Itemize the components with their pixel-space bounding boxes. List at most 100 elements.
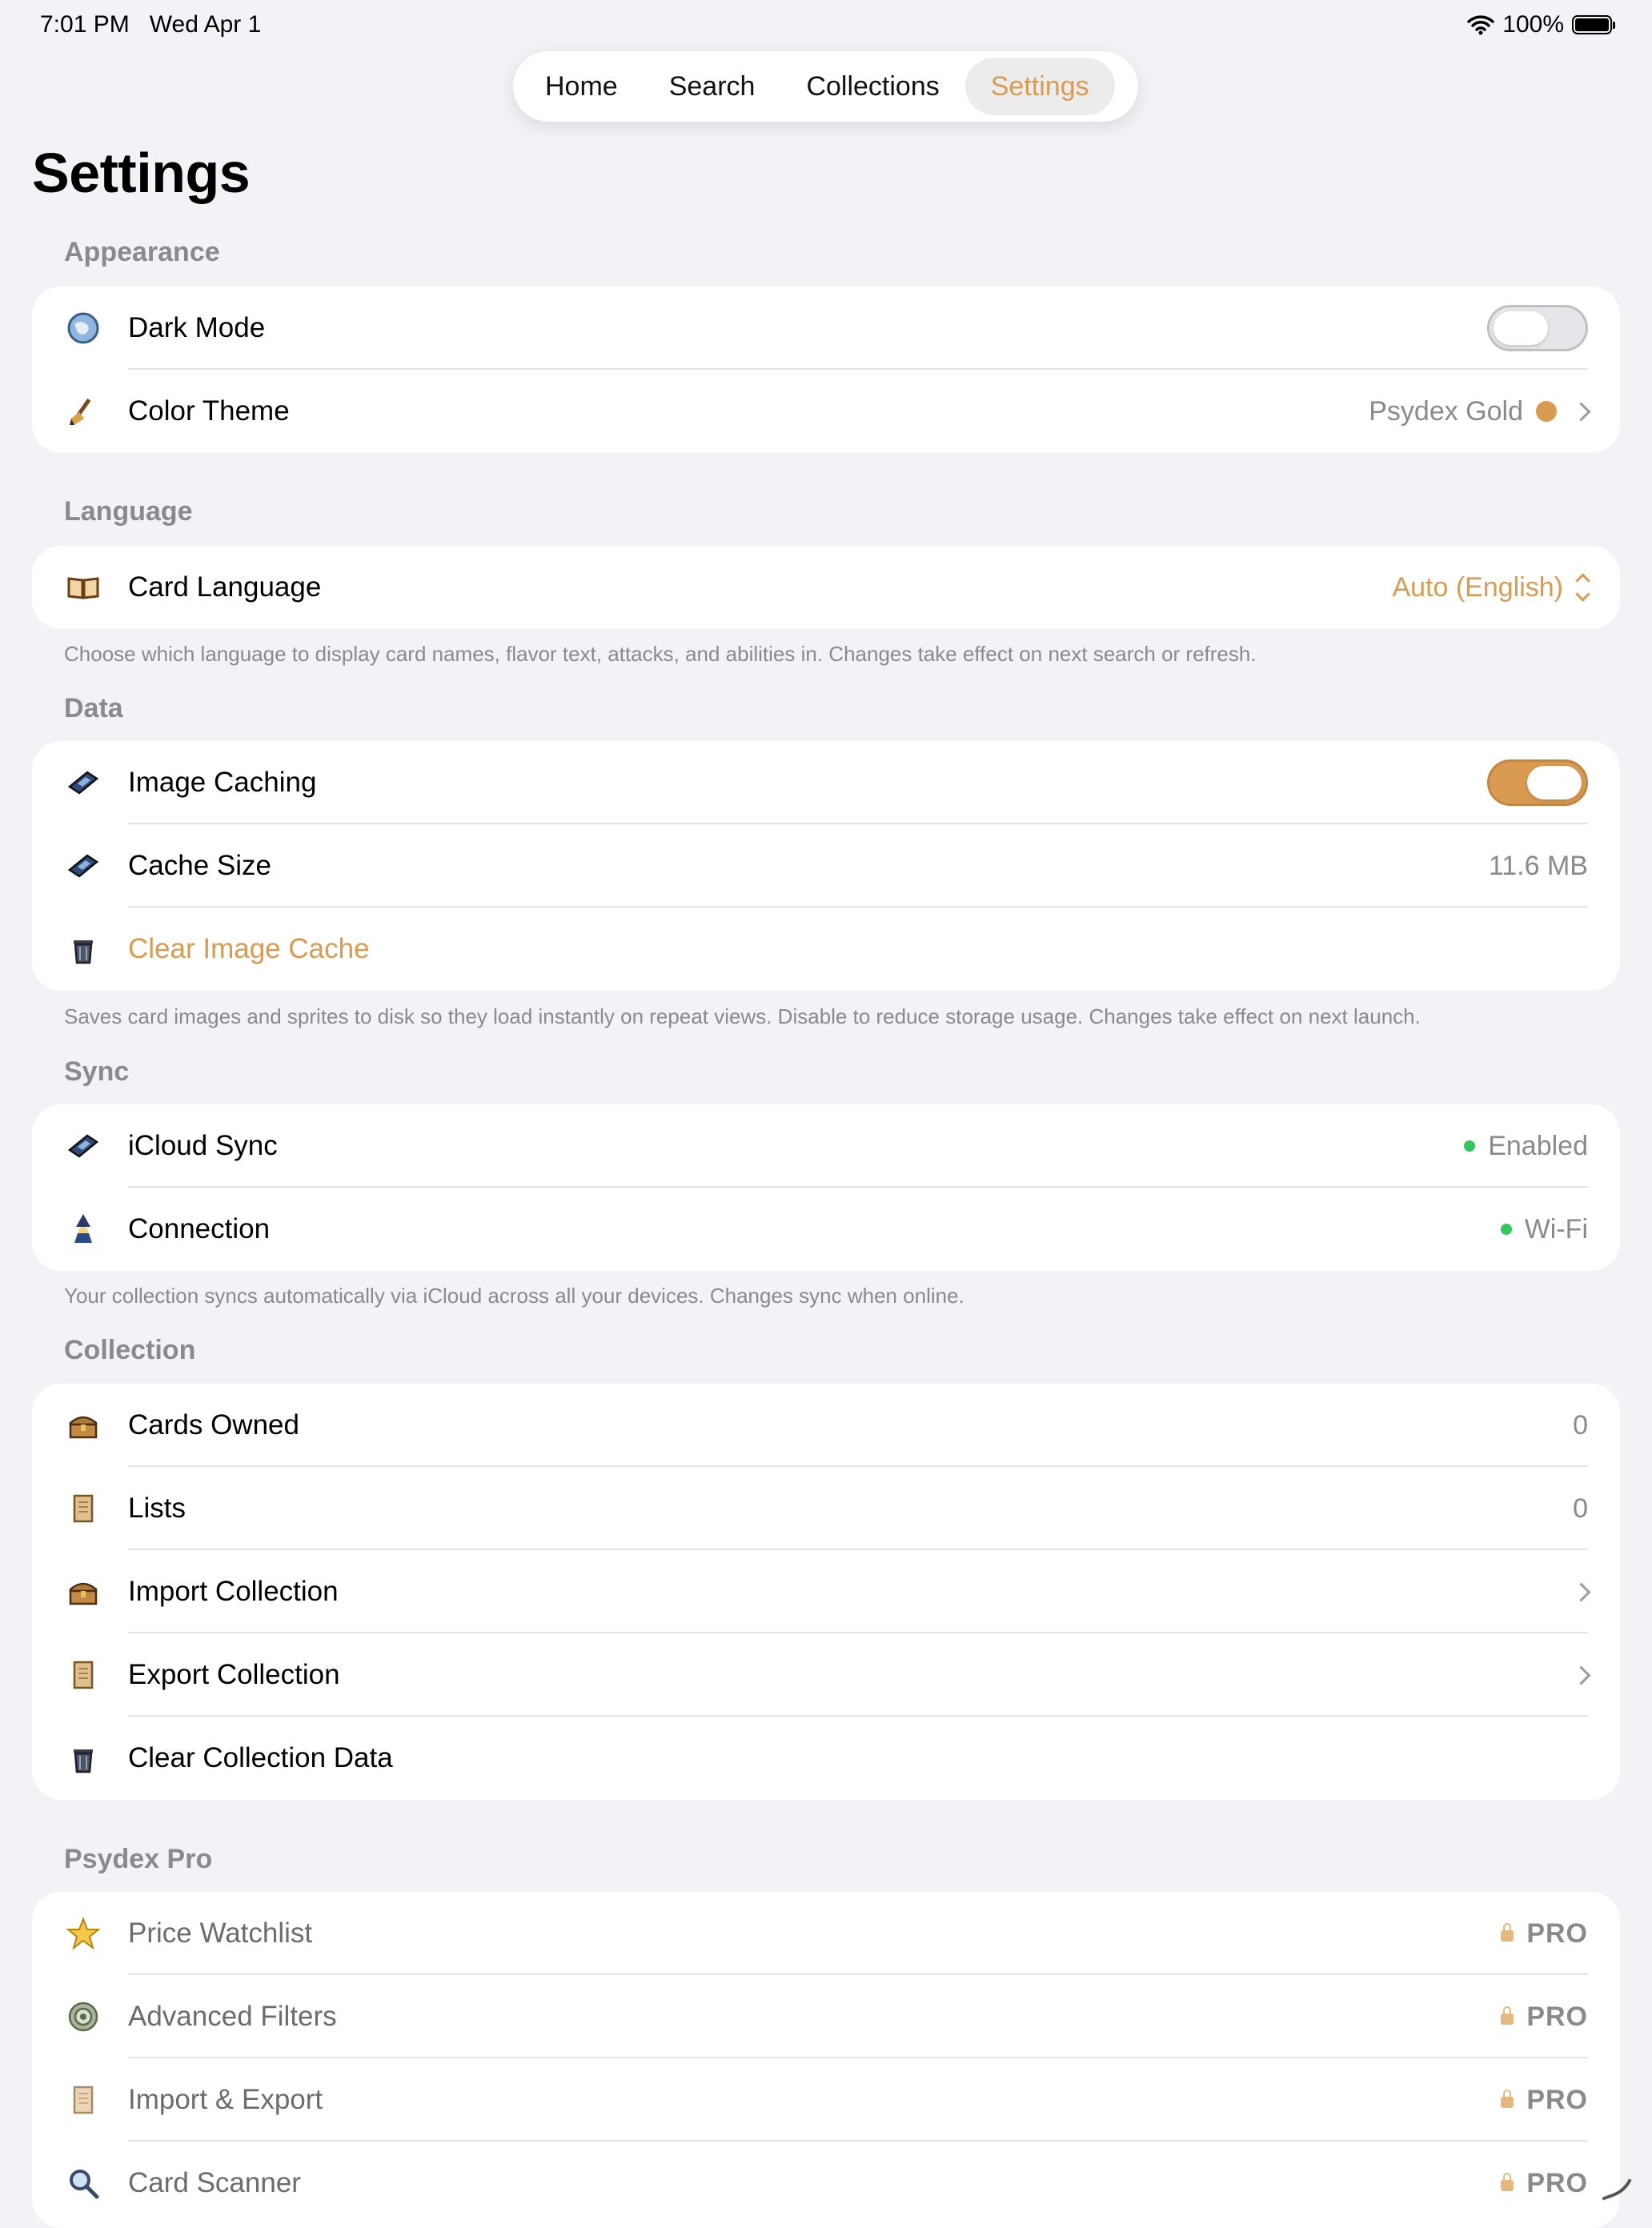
chevron-right-icon — [1571, 1665, 1591, 1685]
status-dot-icon — [1464, 1140, 1476, 1152]
battery-percent: 100% — [1502, 11, 1564, 38]
clear-collection-data-row[interactable]: Clear Collection Data — [32, 1717, 1620, 1800]
chevron-right-icon — [1571, 401, 1591, 422]
magnifier-icon — [66, 2166, 101, 2201]
collection-group: Cards Owned 0 Lists 0 Import Collection … — [32, 1384, 1620, 1800]
tab-bar: Home Search Collections Settings — [513, 51, 1138, 122]
status-date: Wed Apr 1 — [149, 11, 262, 38]
clear-image-cache-label[interactable]: Clear Image Cache — [128, 933, 370, 965]
status-dot-icon — [1500, 1224, 1512, 1235]
image-caching-row: Image Caching — [32, 741, 1620, 824]
cards-owned-label: Cards Owned — [128, 1409, 299, 1441]
lists-value: 0 — [1573, 1493, 1588, 1524]
clear-image-cache-row[interactable]: Clear Image Cache — [32, 908, 1620, 991]
chest-icon — [66, 1574, 101, 1609]
chest-icon — [66, 1408, 101, 1443]
connection-status: Wi-Fi — [1524, 1213, 1588, 1244]
section-header-language: Language — [64, 496, 193, 527]
connection-row: Connection Wi-Fi — [32, 1188, 1620, 1271]
pro-badge: PRO — [1526, 1917, 1588, 1949]
status-bar: 7:01 PM Wed Apr 1 100% — [0, 0, 1652, 51]
lock-icon — [1501, 1923, 1514, 1941]
pro-item-label: Advanced Filters — [128, 2001, 337, 2032]
star-icon — [66, 1916, 101, 1951]
chevron-right-icon — [1571, 1581, 1591, 1602]
dark-mode-label: Dark Mode — [128, 312, 266, 343]
import-collection-row[interactable]: Import Collection — [32, 1550, 1620, 1633]
chevron-up-down-icon — [1575, 573, 1590, 602]
pro-item-label: Price Watchlist — [128, 1917, 313, 1949]
language-group: Card Language Auto (English) — [32, 546, 1620, 629]
scroll-icon — [66, 2082, 101, 2118]
cache-size-label: Cache Size — [128, 850, 271, 881]
tab-collections[interactable]: Collections — [780, 58, 964, 115]
color-theme-value: Psydex Gold — [1369, 395, 1523, 427]
section-header-appearance: Appearance — [64, 237, 220, 267]
connection-label: Connection — [128, 1213, 271, 1244]
battery-icon — [1572, 15, 1615, 34]
lock-icon — [1501, 2090, 1514, 2108]
disk-icon — [66, 765, 101, 800]
card-language-value[interactable]: Auto (English) — [1392, 572, 1563, 603]
dark-mode-toggle[interactable] — [1487, 305, 1588, 351]
image-caching-toggle[interactable] — [1487, 759, 1588, 806]
icloud-sync-status: Enabled — [1488, 1130, 1588, 1161]
icloud-sync-label: iCloud Sync — [128, 1130, 278, 1161]
scroll-icon — [66, 1657, 101, 1693]
pro-item-advanced-filters[interactable]: Advanced Filters PRO — [32, 1975, 1620, 2058]
book-icon — [66, 570, 101, 605]
import-collection-label: Import Collection — [128, 1576, 339, 1607]
trash-icon — [66, 932, 101, 967]
cache-size-value: 11.6 MB — [1488, 850, 1588, 881]
data-note: Saves card images and sprites to disk so… — [64, 1004, 1421, 1028]
trash-icon — [66, 1741, 101, 1776]
pro-item-label: Import & Export — [128, 2084, 323, 2115]
section-header-data: Data — [64, 693, 123, 723]
disk-icon — [66, 848, 101, 884]
clear-collection-data-label: Clear Collection Data — [128, 1742, 393, 1773]
dark-mode-row: Dark Mode — [32, 287, 1620, 370]
scroll-icon — [66, 1491, 101, 1526]
lists-label: Lists — [128, 1493, 186, 1524]
pro-badge: PRO — [1526, 2167, 1588, 2198]
tab-settings[interactable]: Settings — [964, 58, 1115, 115]
broom-icon — [66, 394, 101, 429]
wizard-icon — [66, 1212, 101, 1247]
sync-note: Your collection syncs automatically via … — [64, 1284, 964, 1308]
cache-size-row: Cache Size 11.6 MB — [32, 824, 1620, 908]
data-group: Image Caching Cache Size 11.6 MB Clear I… — [32, 741, 1620, 991]
appearance-group: Dark Mode Color Theme Psydex Gold — [32, 287, 1620, 453]
cards-owned-row: Cards Owned 0 — [32, 1384, 1620, 1467]
export-collection-row[interactable]: Export Collection — [32, 1633, 1620, 1717]
color-theme-row[interactable]: Color Theme Psydex Gold — [32, 370, 1620, 453]
lock-icon — [1501, 2173, 1514, 2191]
section-header-collection: Collection — [64, 1335, 196, 1365]
sync-group: iCloud Sync Enabled Connection Wi-Fi — [32, 1104, 1620, 1271]
icloud-sync-row: iCloud Sync Enabled — [32, 1104, 1620, 1188]
disk-icon — [66, 1128, 101, 1164]
pro-group: Price Watchlist PRO Advanced Filters PRO… — [32, 1892, 1620, 2228]
lock-icon — [1501, 2006, 1514, 2025]
page-title: Settings — [32, 142, 251, 204]
card-language-row[interactable]: Card Language Auto (English) — [32, 546, 1620, 629]
tab-search[interactable]: Search — [644, 58, 781, 115]
pro-item-label: Card Scanner — [128, 2167, 301, 2198]
export-collection-label: Export Collection — [128, 1659, 340, 1690]
status-time: 7:01 PM Wed Apr 1 — [40, 11, 262, 38]
pro-item-price-watchlist[interactable]: Price Watchlist PRO — [32, 1892, 1620, 1975]
tab-home[interactable]: Home — [519, 58, 644, 115]
image-caching-label: Image Caching — [128, 767, 317, 798]
pro-badge: PRO — [1526, 2084, 1588, 2115]
section-header-pro: Psydex Pro — [64, 1844, 213, 1874]
globe-icon — [66, 311, 101, 346]
language-note: Choose which language to display card na… — [64, 642, 1257, 666]
theme-color-swatch — [1536, 401, 1557, 422]
color-theme-label: Color Theme — [128, 395, 290, 427]
pro-item-card-scanner[interactable]: Card Scanner PRO — [32, 2142, 1620, 2225]
cards-owned-value: 0 — [1573, 1409, 1588, 1441]
card-language-label: Card Language — [128, 571, 322, 603]
pro-item-import-export[interactable]: Import & Export PRO — [32, 2058, 1620, 2142]
section-header-sync: Sync — [64, 1056, 130, 1087]
lists-row: Lists 0 — [32, 1467, 1620, 1550]
wifi-icon — [1467, 15, 1495, 35]
